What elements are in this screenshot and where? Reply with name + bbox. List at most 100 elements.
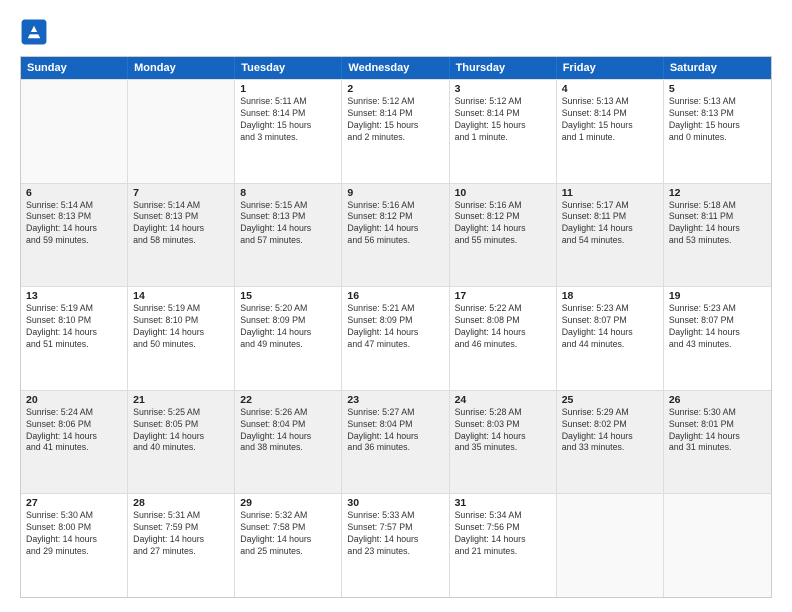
cell-info: Sunrise: 5:22 AM Sunset: 8:08 PM Dayligh…: [455, 303, 551, 351]
header-day-friday: Friday: [557, 57, 664, 79]
cell-info: Sunrise: 5:11 AM Sunset: 8:14 PM Dayligh…: [240, 96, 336, 144]
day-number: 31: [455, 497, 551, 509]
day-number: 13: [26, 290, 122, 302]
calendar-cell-10: 10Sunrise: 5:16 AM Sunset: 8:12 PM Dayli…: [450, 184, 557, 287]
cell-info: Sunrise: 5:17 AM Sunset: 8:11 PM Dayligh…: [562, 200, 658, 248]
calendar-cell-30: 30Sunrise: 5:33 AM Sunset: 7:57 PM Dayli…: [342, 494, 449, 597]
calendar-cell-1: 1Sunrise: 5:11 AM Sunset: 8:14 PM Daylig…: [235, 80, 342, 183]
calendar-cell-9: 9Sunrise: 5:16 AM Sunset: 8:12 PM Daylig…: [342, 184, 449, 287]
cell-info: Sunrise: 5:19 AM Sunset: 8:10 PM Dayligh…: [133, 303, 229, 351]
calendar-cell-3: 3Sunrise: 5:12 AM Sunset: 8:14 PM Daylig…: [450, 80, 557, 183]
cell-info: Sunrise: 5:20 AM Sunset: 8:09 PM Dayligh…: [240, 303, 336, 351]
cell-info: Sunrise: 5:18 AM Sunset: 8:11 PM Dayligh…: [669, 200, 766, 248]
cell-info: Sunrise: 5:25 AM Sunset: 8:05 PM Dayligh…: [133, 407, 229, 455]
calendar-cell-2: 2Sunrise: 5:12 AM Sunset: 8:14 PM Daylig…: [342, 80, 449, 183]
cell-info: Sunrise: 5:24 AM Sunset: 8:06 PM Dayligh…: [26, 407, 122, 455]
cell-info: Sunrise: 5:19 AM Sunset: 8:10 PM Dayligh…: [26, 303, 122, 351]
header-day-tuesday: Tuesday: [235, 57, 342, 79]
calendar-cell-28: 28Sunrise: 5:31 AM Sunset: 7:59 PM Dayli…: [128, 494, 235, 597]
day-number: 20: [26, 394, 122, 406]
day-number: 2: [347, 83, 443, 95]
calendar-cell-18: 18Sunrise: 5:23 AM Sunset: 8:07 PM Dayli…: [557, 287, 664, 390]
cell-info: Sunrise: 5:21 AM Sunset: 8:09 PM Dayligh…: [347, 303, 443, 351]
calendar-row-2: 13Sunrise: 5:19 AM Sunset: 8:10 PM Dayli…: [21, 286, 771, 390]
day-number: 22: [240, 394, 336, 406]
calendar-header: SundayMondayTuesdayWednesdayThursdayFrid…: [21, 57, 771, 79]
calendar-cell-23: 23Sunrise: 5:27 AM Sunset: 8:04 PM Dayli…: [342, 391, 449, 494]
calendar-cell-20: 20Sunrise: 5:24 AM Sunset: 8:06 PM Dayli…: [21, 391, 128, 494]
cell-info: Sunrise: 5:16 AM Sunset: 8:12 PM Dayligh…: [347, 200, 443, 248]
day-number: 15: [240, 290, 336, 302]
calendar-cell-5: 5Sunrise: 5:13 AM Sunset: 8:13 PM Daylig…: [664, 80, 771, 183]
calendar-cell-14: 14Sunrise: 5:19 AM Sunset: 8:10 PM Dayli…: [128, 287, 235, 390]
cell-info: Sunrise: 5:12 AM Sunset: 8:14 PM Dayligh…: [347, 96, 443, 144]
cell-info: Sunrise: 5:23 AM Sunset: 8:07 PM Dayligh…: [562, 303, 658, 351]
cell-info: Sunrise: 5:27 AM Sunset: 8:04 PM Dayligh…: [347, 407, 443, 455]
calendar-cell-29: 29Sunrise: 5:32 AM Sunset: 7:58 PM Dayli…: [235, 494, 342, 597]
cell-info: Sunrise: 5:13 AM Sunset: 8:14 PM Dayligh…: [562, 96, 658, 144]
calendar-cell-26: 26Sunrise: 5:30 AM Sunset: 8:01 PM Dayli…: [664, 391, 771, 494]
day-number: 30: [347, 497, 443, 509]
calendar-cell-15: 15Sunrise: 5:20 AM Sunset: 8:09 PM Dayli…: [235, 287, 342, 390]
calendar-cell-11: 11Sunrise: 5:17 AM Sunset: 8:11 PM Dayli…: [557, 184, 664, 287]
cell-info: Sunrise: 5:12 AM Sunset: 8:14 PM Dayligh…: [455, 96, 551, 144]
day-number: 7: [133, 187, 229, 199]
header-day-monday: Monday: [128, 57, 235, 79]
header: [20, 18, 772, 46]
calendar-cell-empty: [557, 494, 664, 597]
calendar-body: 1Sunrise: 5:11 AM Sunset: 8:14 PM Daylig…: [21, 79, 771, 597]
day-number: 21: [133, 394, 229, 406]
cell-info: Sunrise: 5:16 AM Sunset: 8:12 PM Dayligh…: [455, 200, 551, 248]
day-number: 29: [240, 497, 336, 509]
day-number: 27: [26, 497, 122, 509]
calendar-cell-31: 31Sunrise: 5:34 AM Sunset: 7:56 PM Dayli…: [450, 494, 557, 597]
calendar: SundayMondayTuesdayWednesdayThursdayFrid…: [20, 56, 772, 598]
cell-info: Sunrise: 5:26 AM Sunset: 8:04 PM Dayligh…: [240, 407, 336, 455]
cell-info: Sunrise: 5:29 AM Sunset: 8:02 PM Dayligh…: [562, 407, 658, 455]
calendar-cell-22: 22Sunrise: 5:26 AM Sunset: 8:04 PM Dayli…: [235, 391, 342, 494]
calendar-cell-6: 6Sunrise: 5:14 AM Sunset: 8:13 PM Daylig…: [21, 184, 128, 287]
cell-info: Sunrise: 5:31 AM Sunset: 7:59 PM Dayligh…: [133, 510, 229, 558]
cell-info: Sunrise: 5:30 AM Sunset: 8:01 PM Dayligh…: [669, 407, 766, 455]
calendar-cell-empty: [128, 80, 235, 183]
calendar-cell-empty: [664, 494, 771, 597]
day-number: 19: [669, 290, 766, 302]
calendar-row-4: 27Sunrise: 5:30 AM Sunset: 8:00 PM Dayli…: [21, 493, 771, 597]
logo: [20, 18, 52, 46]
calendar-cell-16: 16Sunrise: 5:21 AM Sunset: 8:09 PM Dayli…: [342, 287, 449, 390]
calendar-cell-8: 8Sunrise: 5:15 AM Sunset: 8:13 PM Daylig…: [235, 184, 342, 287]
calendar-cell-24: 24Sunrise: 5:28 AM Sunset: 8:03 PM Dayli…: [450, 391, 557, 494]
calendar-cell-12: 12Sunrise: 5:18 AM Sunset: 8:11 PM Dayli…: [664, 184, 771, 287]
day-number: 6: [26, 187, 122, 199]
day-number: 25: [562, 394, 658, 406]
day-number: 9: [347, 187, 443, 199]
day-number: 28: [133, 497, 229, 509]
day-number: 16: [347, 290, 443, 302]
page: SundayMondayTuesdayWednesdayThursdayFrid…: [0, 0, 792, 612]
logo-icon: [20, 18, 48, 46]
calendar-cell-13: 13Sunrise: 5:19 AM Sunset: 8:10 PM Dayli…: [21, 287, 128, 390]
day-number: 14: [133, 290, 229, 302]
cell-info: Sunrise: 5:23 AM Sunset: 8:07 PM Dayligh…: [669, 303, 766, 351]
day-number: 26: [669, 394, 766, 406]
calendar-cell-27: 27Sunrise: 5:30 AM Sunset: 8:00 PM Dayli…: [21, 494, 128, 597]
cell-info: Sunrise: 5:30 AM Sunset: 8:00 PM Dayligh…: [26, 510, 122, 558]
day-number: 23: [347, 394, 443, 406]
cell-info: Sunrise: 5:14 AM Sunset: 8:13 PM Dayligh…: [26, 200, 122, 248]
day-number: 10: [455, 187, 551, 199]
header-day-wednesday: Wednesday: [342, 57, 449, 79]
day-number: 24: [455, 394, 551, 406]
header-day-sunday: Sunday: [21, 57, 128, 79]
day-number: 17: [455, 290, 551, 302]
calendar-cell-25: 25Sunrise: 5:29 AM Sunset: 8:02 PM Dayli…: [557, 391, 664, 494]
day-number: 1: [240, 83, 336, 95]
cell-info: Sunrise: 5:32 AM Sunset: 7:58 PM Dayligh…: [240, 510, 336, 558]
cell-info: Sunrise: 5:34 AM Sunset: 7:56 PM Dayligh…: [455, 510, 551, 558]
cell-info: Sunrise: 5:33 AM Sunset: 7:57 PM Dayligh…: [347, 510, 443, 558]
calendar-cell-4: 4Sunrise: 5:13 AM Sunset: 8:14 PM Daylig…: [557, 80, 664, 183]
day-number: 18: [562, 290, 658, 302]
cell-info: Sunrise: 5:15 AM Sunset: 8:13 PM Dayligh…: [240, 200, 336, 248]
day-number: 4: [562, 83, 658, 95]
day-number: 5: [669, 83, 766, 95]
calendar-row-3: 20Sunrise: 5:24 AM Sunset: 8:06 PM Dayli…: [21, 390, 771, 494]
